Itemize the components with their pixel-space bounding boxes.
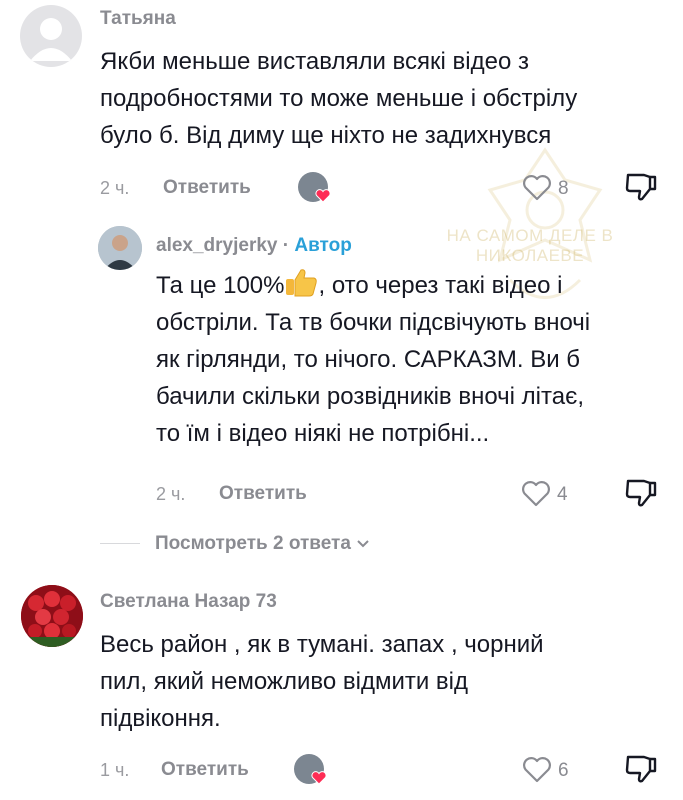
author-separator: · — [282, 235, 290, 256]
comment-line: було б. Від диму ще ніхто не задихнувся — [100, 122, 552, 149]
avatar-alex-dryjerky[interactable] — [98, 226, 142, 270]
heart-outline-icon[interactable] — [521, 480, 551, 507]
reply-button[interactable]: Ответить — [161, 759, 249, 781]
view-replies-label: Посмотреть 2 ответа — [155, 533, 351, 554]
comment-time: 1 ч. — [100, 760, 130, 780]
roses-photo-icon — [21, 585, 83, 647]
comment-line-part: Та це 100% — [156, 272, 285, 299]
comment-line: Якби меньше виставляли всякі відео з — [100, 48, 529, 75]
thumbs-down-icon[interactable] — [624, 171, 658, 203]
comment-author[interactable]: Светлана Назар 73 — [100, 591, 277, 613]
comment-line: подробностями то може меньше і обстрілу — [100, 85, 578, 112]
comment-line-part: , ото через такі відео і — [318, 272, 563, 299]
comment-line: підвіконня. — [100, 705, 221, 732]
like-count: 8 — [558, 178, 569, 199]
heart-outline-icon[interactable] — [522, 174, 552, 201]
user-photo-icon — [98, 226, 142, 270]
comment-time: 2 ч. — [156, 484, 186, 504]
comment-author-line: alex_dryjerky · Автор — [156, 235, 352, 257]
creator-liked-avatar-icon — [294, 754, 328, 788]
comment-line: обстріли. Та тв бочки підсвічують вночі — [156, 309, 591, 336]
comment-author[interactable]: alex_dryjerky — [156, 235, 278, 256]
comment-line: як гірлянди, то нічого. САРКАЗМ. Ви б — [156, 346, 581, 373]
chevron-down-icon — [357, 540, 369, 548]
comment-author[interactable]: Татьяна — [100, 8, 176, 30]
default-avatar-icon — [30, 18, 72, 61]
thumbs-down-icon[interactable] — [624, 477, 658, 509]
view-replies-divider — [100, 543, 140, 544]
like-count: 6 — [558, 760, 569, 781]
comment-text: Якби меньше виставляли всякі відео з под… — [100, 43, 670, 154]
comment-text: Та це 100% , ото через такі відео і обст… — [156, 267, 656, 452]
author-badge: Автор — [294, 235, 352, 256]
comment-line: бачили скільки розвідників вночі літає, — [156, 383, 584, 410]
view-replies-button[interactable]: Посмотреть 2 ответа — [155, 533, 370, 555]
reply-button[interactable]: Ответить — [163, 177, 251, 199]
comment-time: 2 ч. — [100, 178, 130, 198]
comment-line: пил, який неможливо відмити від — [100, 668, 469, 695]
comment-line: то їм і відео ніякі не потрібні... — [156, 420, 490, 447]
avatar-svetlana[interactable] — [21, 585, 83, 647]
reply-button[interactable]: Ответить — [219, 483, 307, 505]
thumbs-down-icon[interactable] — [624, 753, 658, 785]
heart-outline-icon[interactable] — [522, 756, 552, 783]
comment-text: Весь район , як в тумані. запах , чорний… — [100, 626, 670, 737]
avatar-tatyana[interactable] — [20, 5, 82, 67]
comment-line: Весь район , як в тумані. запах , чорний — [100, 631, 544, 658]
creator-liked-avatar-icon — [298, 172, 332, 206]
comment-line: Та це 100% , ото через такі відео і — [156, 267, 656, 304]
like-count: 4 — [557, 484, 568, 505]
thumbs-up-emoji-icon — [286, 269, 318, 297]
